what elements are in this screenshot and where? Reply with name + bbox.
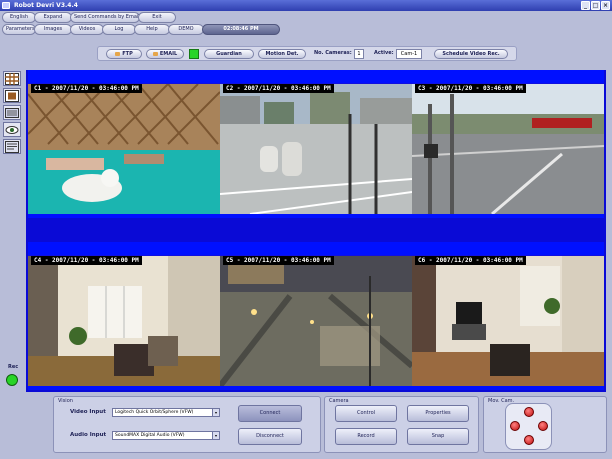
schedule-video-rec-button[interactable]: Schedule Video Rec. [434,49,508,59]
ftp-button[interactable]: FTP [106,49,142,59]
window-title: Robot Devri V3.4.4 [14,2,78,9]
maximize-button[interactable]: □ [591,1,600,10]
audio-input-value: SoundMAX Digital Audio (VFW) [115,433,185,438]
record-button[interactable]: Record [335,428,397,445]
email-button[interactable]: EMAIL [146,49,184,59]
camera-tile-3[interactable]: C3 - 2007/11/20 - 03:46:00 PM [412,70,604,218]
camera-5-label: C5 - 2007/11/20 - 03:46:00 PM [223,256,334,265]
envelope-icon [152,51,158,56]
camera-1-label: C1 - 2007/11/20 - 03:46:00 PM [31,84,142,93]
move-left-button[interactable] [510,421,520,431]
log-button[interactable]: Log [102,24,136,35]
audio-input-label: Audio Input [70,432,107,438]
control-button[interactable]: Control [335,405,397,422]
videos-button[interactable]: Videos [70,24,104,35]
camera-tile-2[interactable]: C2 - 2007/11/20 - 03:46:00 PM [220,70,412,218]
camera-2-feed [220,84,412,214]
camera-3-feed [412,84,604,214]
direction-pad [505,403,552,450]
email-label: EMAIL [159,51,178,57]
expand-button[interactable]: Expand [34,12,72,23]
grid-view-icon[interactable] [3,71,21,86]
send-commands-email-button[interactable]: Send Commands by Email [70,12,140,23]
move-up-button[interactable] [524,407,534,417]
view-tools [3,71,23,156]
title-bar: Robot Devri V3.4.4 _ □ × [0,0,612,11]
vision-panel: Vision Video Input Logitech Quick Orbit/… [53,396,321,453]
active-camera-label: Active: [374,50,394,56]
chevron-down-icon: ▾ [212,409,219,416]
video-input-label: Video Input [70,409,106,415]
exit-button[interactable]: Exit [138,12,176,23]
menu-row-bottom: Parameters Images Videos Log Help DEMO 0… [2,24,280,35]
menu-row-top: English Expand Send Commands by Email Ex… [2,12,176,23]
active-camera-field[interactable]: Cam-1 [396,49,422,59]
video-input-value: Logitech Quick Orbit/Sphere (VFW) [115,410,194,415]
status-indicator [189,49,199,59]
move-camera-panel: Mov. Cam. [483,396,607,453]
move-right-button[interactable] [538,421,548,431]
images-button[interactable]: Images [34,24,72,35]
camera-icon[interactable] [3,105,21,120]
camera-tile-1[interactable]: C1 - 2007/11/20 - 03:46:00 PM [28,70,220,218]
num-cameras-label: No. Cameras: [314,50,352,56]
motion-detection-button[interactable]: Motion Det. [258,49,306,59]
parameters-button[interactable]: Parameters [2,24,36,35]
demo-button[interactable]: DEMO [168,24,204,35]
camera-2-label: C2 - 2007/11/20 - 03:46:00 PM [223,84,334,93]
close-button[interactable]: × [601,1,610,10]
monitor-icon[interactable] [3,139,21,154]
help-button[interactable]: Help [134,24,170,35]
snap-button[interactable]: Snap [407,428,469,445]
clock-display: 02:08:46 PM [202,24,280,35]
camera-panel-title: Camera [329,398,349,404]
audio-input-select[interactable]: SoundMAX Digital Audio (VFW) ▾ [112,431,220,440]
rec-label: Rec [8,364,19,370]
camera-toolbar: FTP EMAIL Guardian Motion Det. No. Camer… [97,46,517,61]
guardian-button[interactable]: Guardian [204,49,254,59]
video-input-select[interactable]: Logitech Quick Orbit/Sphere (VFW) ▾ [112,408,220,417]
disconnect-button[interactable]: Disconnect [238,428,302,445]
properties-button[interactable]: Properties [407,405,469,422]
english-button[interactable]: English [2,12,36,23]
camera-5-feed [220,256,412,386]
ftp-label: FTP [122,51,133,57]
camera-tile-4[interactable]: C4 - 2007/11/20 - 03:46:00 PM [28,242,220,390]
camera-4-feed [28,256,220,386]
camera-6-label: C6 - 2007/11/20 - 03:46:00 PM [415,256,526,265]
camera-tile-5[interactable]: C5 - 2007/11/20 - 03:46:00 PM [220,242,412,390]
camera-1-feed [28,84,220,214]
num-cameras-field[interactable]: 1 [354,49,364,59]
eye-icon[interactable] [3,122,21,137]
camera-4-label: C4 - 2007/11/20 - 03:46:00 PM [31,256,142,265]
camera-3-label: C3 - 2007/11/20 - 03:46:00 PM [415,84,526,93]
connect-button[interactable]: Connect [238,405,302,422]
camera-grid: C1 - 2007/11/20 - 03:46:00 PM C2 - 2007/… [26,70,606,392]
camera-tile-6[interactable]: C6 - 2007/11/20 - 03:46:00 PM [412,242,604,390]
app-icon [2,2,10,9]
chevron-down-icon: ▾ [212,432,219,439]
folder-icon [115,51,121,56]
move-down-button[interactable] [524,435,534,445]
single-view-icon[interactable] [3,88,21,103]
rec-indicator[interactable] [6,374,18,386]
minimize-button[interactable]: _ [581,1,590,10]
vision-title: Vision [58,398,73,404]
camera-panel: Camera Control Properties Record Snap [324,396,479,453]
camera-6-feed [412,256,604,386]
